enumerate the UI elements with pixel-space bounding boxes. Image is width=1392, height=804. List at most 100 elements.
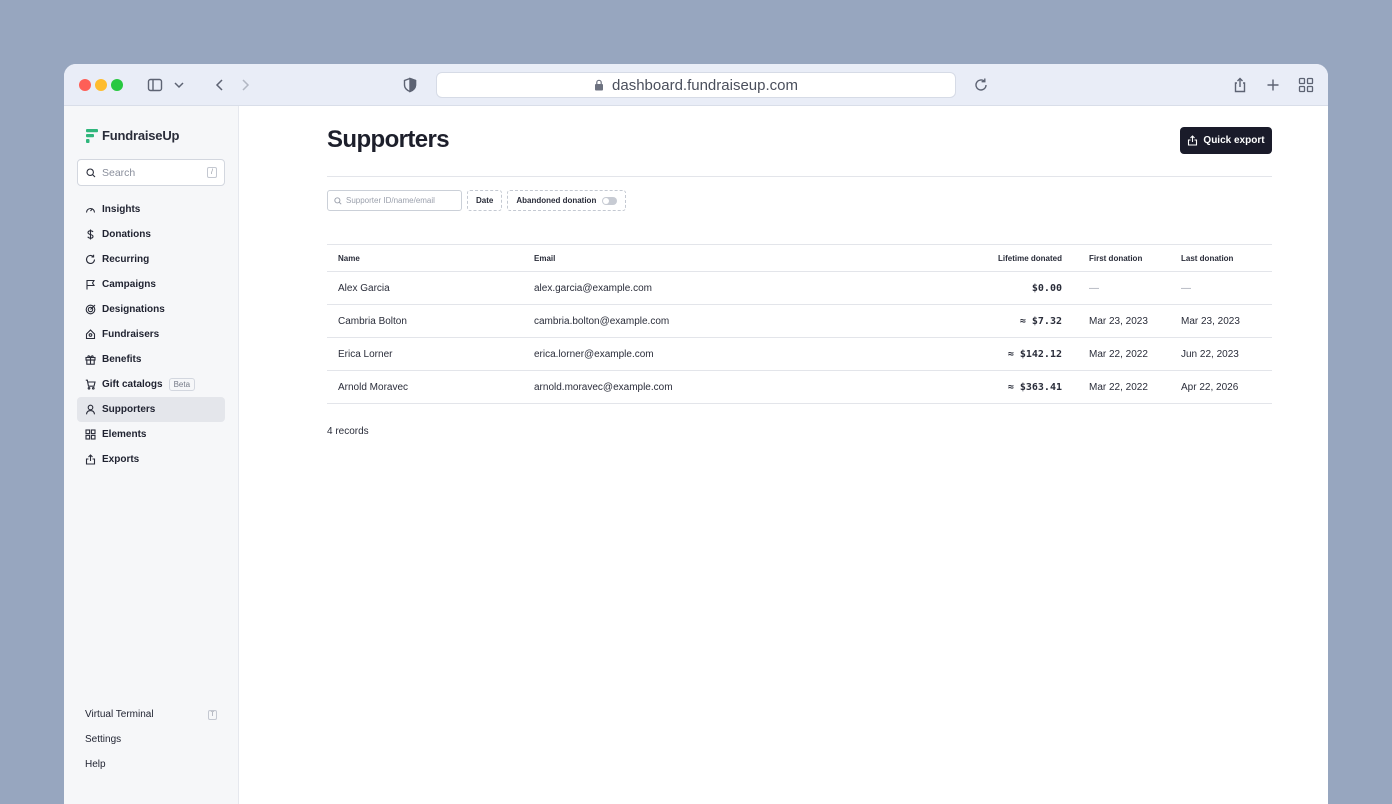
lock-icon (595, 79, 604, 91)
lifetime-donated: ≈ $7.32 (1019, 315, 1062, 327)
minimize-window-button[interactable] (95, 79, 107, 91)
sidebar-item-label: Insights (102, 204, 141, 215)
close-window-button[interactable] (79, 79, 91, 91)
abandoned-donation-toggle[interactable] (602, 196, 618, 205)
share-icon[interactable] (1231, 76, 1249, 94)
date-filter-button[interactable]: Date (467, 190, 503, 211)
table-row[interactable]: Alex Garcia alex.garcia@example.com $0.0… (327, 272, 1272, 305)
fundraiseup-logo-icon (86, 128, 98, 143)
grid-icon (85, 429, 96, 440)
first-donation: Mar 23, 2023 (1089, 315, 1148, 327)
sidebar-item-label: Settings (85, 734, 122, 745)
forward-icon[interactable] (236, 76, 254, 94)
sidebar-item-virtual-terminal[interactable]: Virtual Terminal T (77, 702, 225, 727)
brand-logo[interactable]: FundraiseUp (86, 128, 179, 143)
sidebar-item-help[interactable]: Help (77, 752, 225, 777)
search-shortcut-badge: / (207, 167, 217, 178)
export-icon (1188, 135, 1198, 146)
beta-badge: Beta (168, 378, 196, 391)
dollar-icon (85, 229, 96, 240)
last-donation: Jun 22, 2023 (1181, 348, 1239, 360)
sidebar-item-exports[interactable]: Exports (77, 447, 225, 472)
upload-icon (85, 454, 96, 465)
sidebar-item-label: Supporters (102, 404, 156, 415)
last-donation: — (1181, 282, 1191, 294)
sidebar-item-label: Designations (102, 304, 165, 315)
column-header-name[interactable]: Name (338, 245, 360, 271)
virtual-terminal-shortcut-badge: T (208, 710, 217, 720)
sidebar-item-label: Fundraisers (102, 329, 160, 340)
last-donation: Apr 22, 2026 (1181, 381, 1239, 393)
first-donation: Mar 22, 2022 (1089, 381, 1148, 393)
sidebar-item-label: Exports (102, 454, 140, 465)
url-text: dashboard.fundraiseup.com (612, 76, 798, 94)
column-header-email[interactable]: Email (534, 245, 555, 271)
address-bar[interactable]: dashboard.fundraiseup.com (436, 72, 956, 98)
sidebar-item-gift-catalogs[interactable]: Gift catalogs Beta (77, 372, 225, 397)
supporter-search-placeholder: Supporter ID/name/email (346, 196, 435, 205)
lifetime-donated: $0.00 (1031, 282, 1062, 294)
supporter-search-input[interactable]: Supporter ID/name/email (327, 190, 462, 211)
sidebar-item-donations[interactable]: Donations (77, 222, 225, 247)
sidebar-item-insights[interactable]: Insights (77, 197, 225, 222)
supporter-name: Cambria Bolton (338, 315, 407, 327)
sidebar: FundraiseUp Search / Insights Donations … (64, 106, 239, 804)
supporters-table: Name Email Lifetime donated First donati… (327, 244, 1272, 404)
column-header-last-donation[interactable]: Last donation (1181, 245, 1233, 271)
column-header-first-donation[interactable]: First donation (1089, 245, 1142, 271)
abandoned-donation-label: Abandoned donation (516, 196, 597, 205)
supporter-email: arnold.moravec@example.com (534, 381, 673, 393)
cart-icon (85, 379, 96, 390)
sidebar-toggle-icon[interactable] (146, 76, 164, 94)
sidebar-search-input[interactable]: Search / (77, 159, 225, 186)
shield-icon[interactable] (401, 76, 419, 94)
quick-export-label: Quick export (1203, 135, 1265, 146)
person-icon (85, 404, 96, 415)
sidebar-item-elements[interactable]: Elements (77, 422, 225, 447)
gift-icon (85, 354, 96, 365)
sidebar-item-label: Donations (102, 229, 151, 240)
column-header-lifetime-donated[interactable]: Lifetime donated (998, 245, 1062, 271)
sidebar-item-label: Virtual Terminal (85, 709, 154, 720)
filter-bar: Supporter ID/name/email Date Abandoned d… (327, 190, 627, 211)
sidebar-item-settings[interactable]: Settings (77, 727, 225, 752)
new-tab-icon[interactable] (1264, 76, 1282, 94)
search-placeholder: Search (102, 166, 136, 179)
sidebar-item-campaigns[interactable]: Campaigns (77, 272, 225, 297)
sidebar-item-fundraisers[interactable]: Fundraisers (77, 322, 225, 347)
table-row[interactable]: Erica Lorner erica.lorner@example.com ≈ … (327, 338, 1272, 371)
search-icon (334, 196, 342, 205)
abandoned-donation-filter[interactable]: Abandoned donation (507, 190, 627, 211)
sidebar-item-recurring[interactable]: Recurring (77, 247, 225, 272)
sidebar-item-supporters[interactable]: Supporters (77, 397, 225, 422)
quick-export-button[interactable]: Quick export (1180, 127, 1272, 154)
divider (327, 176, 1272, 177)
back-icon[interactable] (211, 76, 229, 94)
browser-toolbar: dashboard.fundraiseup.com (64, 64, 1328, 106)
reload-icon[interactable] (972, 76, 990, 94)
sidebar-item-label: Benefits (102, 354, 142, 365)
insights-icon (85, 204, 96, 215)
date-filter-label: Date (476, 196, 494, 205)
sidebar-item-designations[interactable]: Designations (77, 297, 225, 322)
tab-overview-icon[interactable] (1297, 76, 1315, 94)
main-content: Supporters Quick export Supporter ID/nam… (240, 106, 1328, 804)
fundraiser-icon (85, 329, 96, 340)
table-row[interactable]: Cambria Bolton cambria.bolton@example.co… (327, 305, 1272, 338)
sidebar-item-label: Recurring (102, 254, 150, 265)
sidebar-item-benefits[interactable]: Benefits (77, 347, 225, 372)
chevron-down-icon[interactable] (170, 76, 188, 94)
zoom-window-button[interactable] (111, 79, 123, 91)
flag-icon (85, 279, 96, 290)
refresh-icon (85, 254, 96, 265)
sidebar-item-label: Elements (102, 429, 147, 440)
sidebar-item-label: Help (85, 759, 106, 770)
sidebar-nav: Insights Donations Recurring Campaigns D… (77, 197, 225, 472)
lifetime-donated: ≈ $142.12 (1007, 348, 1062, 360)
sidebar-item-label: Gift catalogs (102, 379, 163, 390)
browser-window: dashboard.fundraiseup.com FundraiseUp Se (64, 64, 1328, 804)
table-row[interactable]: Arnold Moravec arnold.moravec@example.co… (327, 371, 1272, 404)
target-icon (85, 304, 96, 315)
search-icon (86, 167, 96, 177)
last-donation: Mar 23, 2023 (1181, 315, 1240, 327)
